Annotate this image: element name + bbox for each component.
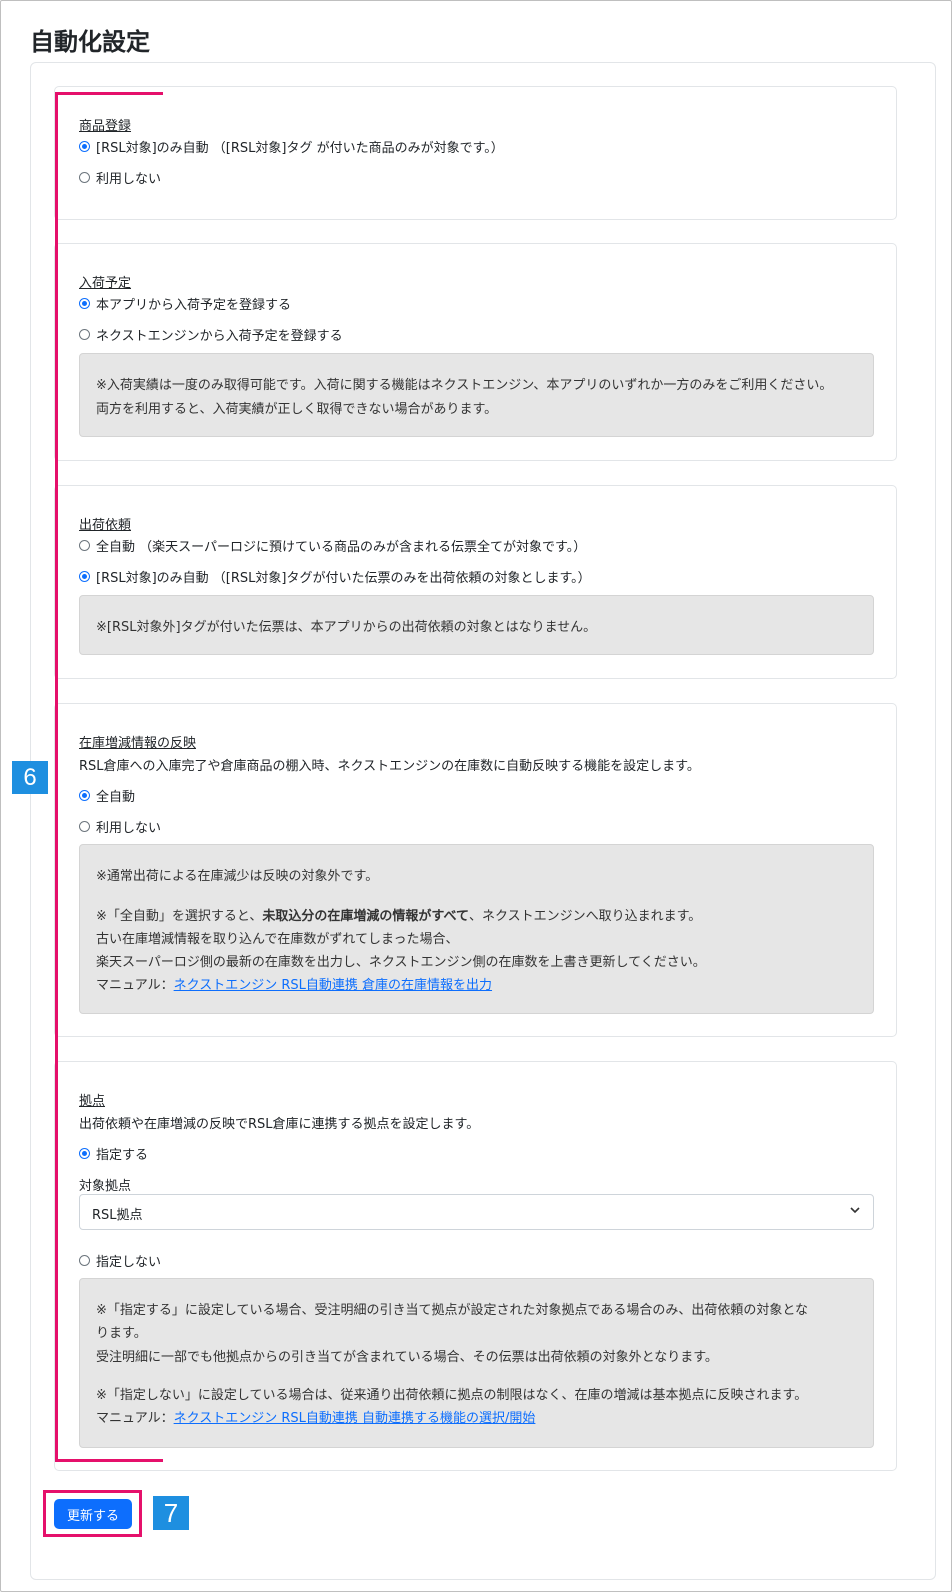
note-text: ※通常出荷による在庫減少は反映の対象外です。 bbox=[96, 869, 379, 884]
manual-link-base[interactable]: ネクストエンジン RSL自動連携 自動連携する機能の選択/開始 bbox=[174, 1411, 536, 1426]
manual-label: マニュアル： bbox=[96, 1411, 174, 1426]
radio-label: 本アプリから入荷予定を登録する bbox=[96, 298, 292, 313]
radio-unchecked-icon[interactable] bbox=[79, 172, 90, 183]
page-title: 自動化設定 bbox=[30, 28, 150, 56]
radio-label: 指定しない bbox=[96, 1255, 162, 1270]
note-text: ※「全自動」を選択すると、未取込分の在庫増減の情報がすべて、ネクストエンジンへ取… bbox=[96, 909, 702, 924]
note-text: 受注明細に一部でも他拠点からの引き当てが含まれている場合、その伝票は出荷依頼の対… bbox=[96, 1350, 718, 1365]
update-button-highlight: 更新する bbox=[43, 1490, 142, 1537]
radio-label: 利用しない bbox=[96, 172, 162, 187]
radio-label: [RSL対象]のみ自動 （[RSL対象]タグ が付いた商品のみが対象です。） bbox=[96, 141, 504, 156]
radio-label: 全自動 （楽天スーパーロジに預けている商品のみが含まれる伝票全てが対象です。） bbox=[96, 540, 587, 555]
manual-line: マニュアル：ネクストエンジン RSL自動連携 自動連携する機能の選択/開始 bbox=[96, 1407, 535, 1426]
radio-base-specify[interactable]: 指定する bbox=[79, 1144, 148, 1163]
section-shipping-request: 出荷依頼 全自動 （楽天スーパーロジに預けている商品のみが含まれる伝票全てが対象… bbox=[54, 485, 897, 679]
radio-shipping-full-auto[interactable]: 全自動 （楽天スーパーロジに預けている商品のみが含まれる伝票全てが対象です。） bbox=[79, 536, 586, 555]
chevron-down-icon bbox=[850, 1207, 860, 1214]
target-base-select[interactable]: RSL拠点 bbox=[79, 1194, 874, 1230]
radio-checked-icon[interactable] bbox=[79, 298, 90, 309]
section-title: 入荷予定 bbox=[79, 276, 132, 291]
note-text: 両方を利用すると、入荷実績が正しく取得できない場合があります。 bbox=[96, 402, 498, 417]
section-description: 出荷依頼や在庫増減の反映でRSL倉庫に連携する拠点を設定します。 bbox=[79, 1117, 480, 1132]
section-product-registration: 商品登録 [RSL対象]のみ自動 （[RSL対象]タグ が付いた商品のみが対象で… bbox=[54, 86, 897, 220]
radio-product-none[interactable]: 利用しない bbox=[79, 168, 161, 187]
radio-label: 指定する bbox=[96, 1148, 149, 1163]
select-value: RSL拠点 bbox=[92, 1208, 143, 1223]
radio-base-none[interactable]: 指定しない bbox=[79, 1251, 161, 1270]
section-description: RSL倉庫への入庫完了や倉庫商品の棚入時、ネクストエンジンの在庫数に自動反映する… bbox=[79, 759, 700, 774]
note-box: ※入荷実績は一度のみ取得可能です。入荷に関する機能はネクストエンジン、本アプリの… bbox=[79, 353, 874, 437]
radio-label: 全自動 bbox=[96, 790, 136, 805]
radio-arrival-nextengine[interactable]: ネクストエンジンから入荷予定を登録する bbox=[79, 325, 343, 344]
radio-unchecked-icon[interactable] bbox=[79, 1255, 90, 1266]
note-text: ※「指定しない」に設定している場合は、従来通り出荷依頼に拠点の制限はなく、在庫の… bbox=[96, 1388, 808, 1403]
radio-checked-icon[interactable] bbox=[79, 141, 90, 152]
radio-label: [RSL対象]のみ自動 （[RSL対象]タグが付いた伝票のみを出荷依頼の対象とし… bbox=[96, 571, 591, 586]
manual-link-stock[interactable]: ネクストエンジン RSL自動連携 倉庫の在庫情報を出力 bbox=[174, 978, 492, 993]
radio-label: ネクストエンジンから入荷予定を登録する bbox=[96, 329, 343, 344]
section-base: 拠点 出荷依頼や在庫増減の反映でRSL倉庫に連携する拠点を設定します。 指定する… bbox=[54, 1061, 897, 1471]
note-box: ※「指定する」に設定している場合、受注明細の引き当て拠点が設定された対象拠点であ… bbox=[79, 1278, 874, 1448]
note-text: ※「指定する」に設定している場合、受注明細の引き当て拠点が設定された対象拠点であ… bbox=[96, 1303, 808, 1318]
section-title: 商品登録 bbox=[79, 119, 132, 134]
manual-label: マニュアル： bbox=[96, 978, 174, 993]
radio-label: 利用しない bbox=[96, 821, 162, 836]
radio-unchecked-icon[interactable] bbox=[79, 329, 90, 340]
note-box: ※通常出荷による在庫減少は反映の対象外です。 ※「全自動」を選択すると、未取込分… bbox=[79, 844, 874, 1014]
section-title: 在庫増減情報の反映 bbox=[79, 736, 197, 751]
note-text: 古い在庫増減情報を取り込んで在庫数がずれてしまった場合、 bbox=[96, 932, 459, 947]
radio-checked-icon[interactable] bbox=[79, 790, 90, 801]
radio-stock-none[interactable]: 利用しない bbox=[79, 817, 161, 836]
section-title: 拠点 bbox=[79, 1094, 106, 1109]
note-text: ります。 bbox=[96, 1326, 147, 1341]
radio-unchecked-icon[interactable] bbox=[79, 821, 90, 832]
section-title: 出荷依頼 bbox=[79, 518, 132, 533]
update-button[interactable]: 更新する bbox=[54, 1499, 132, 1529]
note-text: ※入荷実績は一度のみ取得可能です。入荷に関する機能はネクストエンジン、本アプリの… bbox=[96, 378, 833, 393]
note-bold-text: 未取込分の在庫増減の情報がすべて bbox=[262, 909, 469, 924]
radio-product-rsl-only[interactable]: [RSL対象]のみ自動 （[RSL対象]タグ が付いた商品のみが対象です。） bbox=[79, 137, 504, 156]
note-text: 楽天スーパーロジ側の最新の在庫数を出力し、ネクストエンジン側の在庫数を上書き更新… bbox=[96, 955, 706, 970]
note-text: ※[RSL対象外]タグが付いた伝票は、本アプリからの出荷依頼の対象とはなりません… bbox=[96, 620, 597, 635]
section-stock-reflection: 在庫増減情報の反映 RSL倉庫への入庫完了や倉庫商品の棚入時、ネクストエンジンの… bbox=[54, 703, 897, 1037]
radio-arrival-app[interactable]: 本アプリから入荷予定を登録する bbox=[79, 294, 291, 313]
radio-stock-full-auto[interactable]: 全自動 bbox=[79, 786, 135, 805]
note-box: ※[RSL対象外]タグが付いた伝票は、本アプリからの出荷依頼の対象とはなりません… bbox=[79, 595, 874, 655]
radio-checked-icon[interactable] bbox=[79, 1148, 90, 1159]
manual-line: マニュアル：ネクストエンジン RSL自動連携 倉庫の在庫情報を出力 bbox=[96, 974, 492, 993]
radio-checked-icon[interactable] bbox=[79, 571, 90, 582]
section-arrival-schedule: 入荷予定 本アプリから入荷予定を登録する ネクストエンジンから入荷予定を登録する… bbox=[54, 243, 897, 461]
radio-shipping-rsl-only[interactable]: [RSL対象]のみ自動 （[RSL対象]タグが付いた伝票のみを出荷依頼の対象とし… bbox=[79, 567, 591, 586]
callout-badge-7: 7 bbox=[153, 1496, 189, 1530]
target-base-label: 対象拠点 bbox=[79, 1179, 132, 1194]
radio-unchecked-icon[interactable] bbox=[79, 540, 90, 551]
callout-badge-6: 6 bbox=[12, 761, 48, 794]
